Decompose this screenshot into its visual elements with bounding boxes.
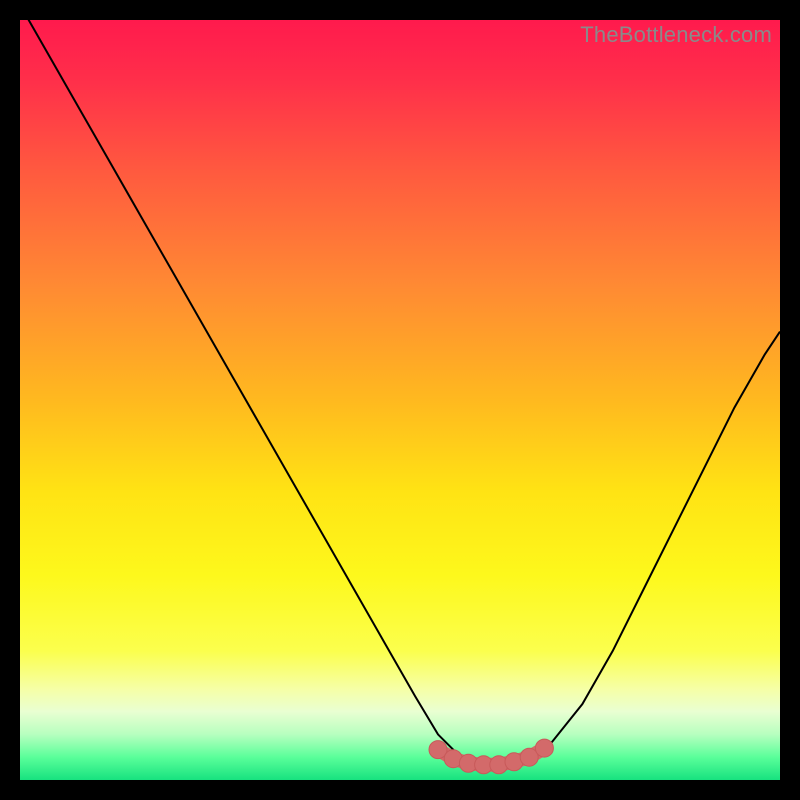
marker-point	[535, 739, 553, 757]
watermark-text: TheBottleneck.com	[580, 22, 772, 48]
gradient-background	[20, 20, 780, 780]
chart-frame: TheBottleneck.com	[20, 20, 780, 780]
bottleneck-chart	[20, 20, 780, 780]
plot-area	[20, 20, 780, 780]
